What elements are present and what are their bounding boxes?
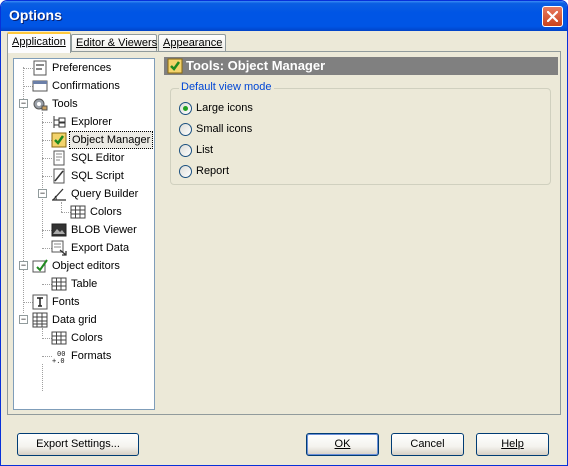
tree-item-label: Data grid bbox=[52, 314, 97, 326]
close-icon bbox=[547, 11, 558, 22]
svg-text:+.0: +.0 bbox=[52, 357, 65, 364]
tab-panel: Preferences Confirmations − Tools Explor… bbox=[7, 51, 561, 415]
tree-item-label: Explorer bbox=[71, 116, 112, 128]
button-label: Export Settings... bbox=[36, 438, 120, 450]
tab-application[interactable]: Application bbox=[7, 32, 71, 53]
preferences-icon bbox=[33, 60, 47, 76]
data-grid-icon bbox=[32, 312, 48, 328]
sql-script-icon bbox=[53, 168, 65, 184]
tree-item-label: Colors bbox=[71, 332, 103, 344]
tree-item-label: Fonts bbox=[52, 296, 80, 308]
tree-item-label: Formats bbox=[71, 350, 112, 362]
blob-viewer-icon bbox=[51, 223, 67, 237]
tree-item-label: Preferences bbox=[52, 62, 112, 74]
button-label: Cancel bbox=[410, 438, 445, 450]
tree-item-label: Export Data bbox=[71, 242, 130, 254]
tree-item-label: Colors bbox=[90, 206, 122, 218]
tab-label: Editor & Viewers bbox=[76, 37, 158, 49]
radio-checked-icon bbox=[183, 106, 188, 111]
collapse-icon[interactable]: − bbox=[19, 261, 28, 270]
object-manager-icon bbox=[167, 58, 183, 74]
tree-item-label: Table bbox=[71, 278, 98, 290]
query-builder-icon bbox=[52, 188, 66, 201]
options-tree[interactable]: Preferences Confirmations − Tools Explor… bbox=[13, 58, 155, 410]
colors-icon bbox=[51, 331, 67, 345]
sql-editor-icon bbox=[53, 150, 65, 166]
object-manager-icon bbox=[51, 132, 67, 148]
tree-item-label: Object editors bbox=[52, 260, 120, 272]
tab-appearance[interactable]: Appearance bbox=[158, 34, 226, 52]
formats-icon: 00 +.0 bbox=[52, 350, 65, 364]
collapse-icon[interactable]: − bbox=[19, 99, 28, 108]
colors-icon bbox=[70, 205, 86, 219]
radio-button[interactable] bbox=[179, 123, 192, 136]
tab-editor-viewers[interactable]: Editor & Viewers bbox=[71, 34, 157, 52]
page-header: Tools: Object Manager bbox=[164, 57, 558, 75]
radio-button[interactable] bbox=[179, 165, 192, 178]
options-dialog: Options Application Editor & Viewers App… bbox=[0, 0, 568, 466]
ok-button[interactable]: OK bbox=[306, 433, 379, 456]
tree-item-label: Query Builder bbox=[71, 188, 139, 200]
tree-item-label: Object Manager bbox=[69, 131, 154, 149]
tree-item-label: Confirmations bbox=[52, 80, 120, 92]
help-button[interactable]: Help bbox=[476, 433, 549, 456]
radio-label: Small icons bbox=[196, 123, 253, 135]
button-label: Help bbox=[501, 438, 524, 450]
default-view-mode-group: Default view mode Large icons Small icon… bbox=[170, 81, 551, 185]
radio-button[interactable] bbox=[179, 144, 192, 157]
tools-icon bbox=[33, 98, 48, 111]
title-bar[interactable]: Options bbox=[1, 1, 567, 31]
radio-label: Large icons bbox=[196, 102, 253, 114]
object-editors-icon bbox=[32, 259, 48, 273]
page-title: Tools: Object Manager bbox=[186, 58, 326, 73]
collapse-icon[interactable]: − bbox=[38, 189, 47, 198]
radio-label: List bbox=[196, 144, 214, 156]
fonts-icon bbox=[32, 294, 48, 310]
close-button[interactable] bbox=[542, 6, 563, 27]
tree-item-label: BLOB Viewer bbox=[71, 224, 137, 236]
explorer-icon bbox=[53, 116, 66, 128]
radio-button[interactable] bbox=[179, 102, 192, 115]
tree-item-label: SQL Script bbox=[71, 170, 124, 182]
cancel-button[interactable]: Cancel bbox=[391, 433, 464, 456]
radio-label: Report bbox=[196, 165, 230, 177]
tab-label: Appearance bbox=[163, 37, 223, 49]
tree-item-label: SQL Editor bbox=[71, 152, 125, 164]
table-icon bbox=[51, 277, 67, 291]
export-data-icon bbox=[51, 240, 67, 256]
group-label: Default view mode bbox=[179, 81, 274, 93]
export-settings-button[interactable]: Export Settings... bbox=[17, 433, 139, 456]
tab-label: Application bbox=[12, 36, 66, 48]
window-title: Options bbox=[9, 7, 62, 23]
tree-item-label: Tools bbox=[52, 98, 78, 110]
collapse-icon[interactable]: − bbox=[19, 315, 28, 324]
button-label: OK bbox=[334, 438, 351, 450]
confirmations-icon bbox=[32, 80, 48, 92]
